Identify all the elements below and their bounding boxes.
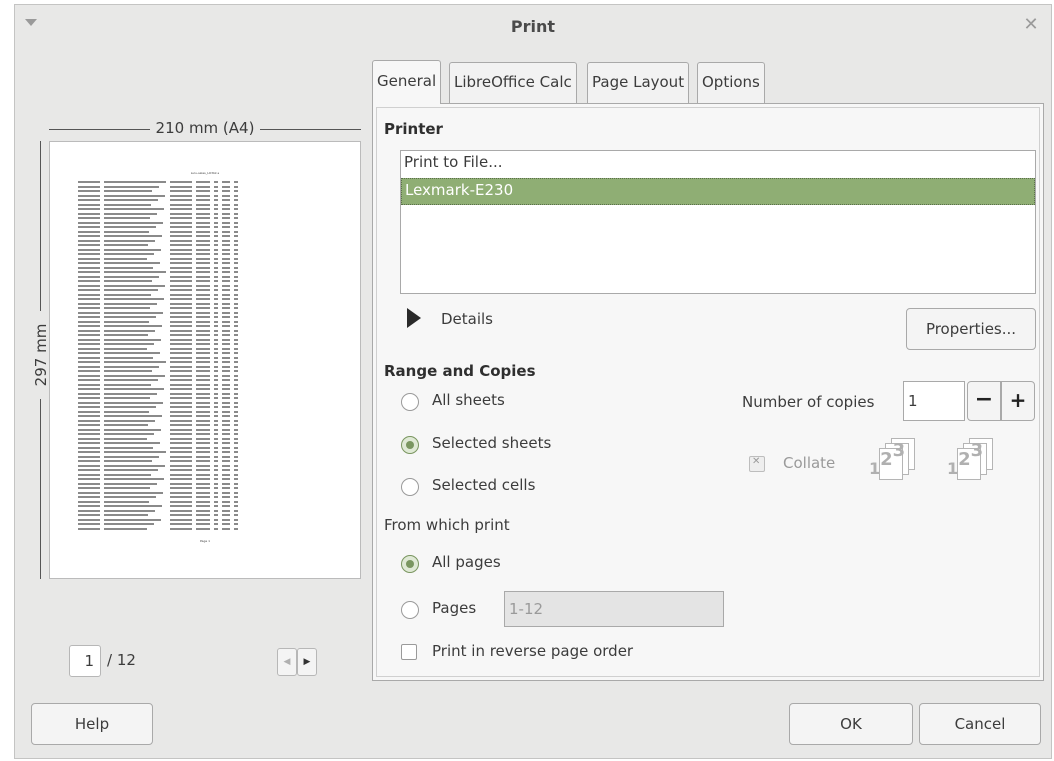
collate-preview-icon: 123 [863, 438, 925, 480]
printer-section-title: Printer [384, 120, 443, 138]
all-sheets-label: All sheets [432, 391, 505, 409]
previous-page-button[interactable]: ◀ [277, 648, 297, 676]
preview-width-dimension: 210 mm (A4) [49, 119, 361, 139]
from-which-print-label: From which print [384, 516, 510, 534]
tab-options[interactable]: Options [697, 62, 765, 103]
collate-label: Collate [783, 454, 836, 472]
next-page-button[interactable]: ▶ [297, 648, 317, 676]
page-number-input[interactable]: 1 [69, 645, 101, 677]
copies-input[interactable]: 1 [903, 381, 965, 421]
copies-decrement-button[interactable]: − [967, 381, 1001, 421]
collate-checkbox[interactable] [749, 456, 765, 472]
help-button[interactable]: Help [31, 703, 153, 745]
selected-cells-radio[interactable] [401, 478, 419, 496]
ok-button[interactable]: OK [789, 703, 913, 745]
pages-range-input[interactable]: 1-12 [504, 591, 724, 627]
tab-page-layout[interactable]: Page Layout [587, 62, 690, 103]
cancel-button[interactable]: Cancel [919, 703, 1041, 745]
pages-label: Pages [432, 599, 477, 617]
all-pages-radio[interactable] [401, 555, 419, 573]
preview-row [78, 527, 324, 532]
collate-preview-icon-2: 123 [941, 438, 1003, 480]
copies-increment-button[interactable]: + [1001, 381, 1035, 421]
tab-general[interactable]: General [372, 60, 442, 104]
title-bar: Print ✕ [15, 5, 1051, 49]
details-expander-icon[interactable] [407, 308, 421, 328]
reverse-order-checkbox[interactable] [401, 644, 417, 660]
preview-height-label: 297 mm [32, 311, 50, 399]
range-section-title: Range and Copies [384, 362, 536, 380]
page-total-label: / 12 [107, 651, 136, 669]
selected-sheets-radio[interactable] [401, 436, 419, 454]
general-panel: Printer Print to File... Lexmark-E230 De… [372, 103, 1044, 681]
reverse-order-label: Print in reverse page order [432, 642, 634, 660]
selected-cells-label: Selected cells [432, 476, 536, 494]
close-icon[interactable]: ✕ [1021, 15, 1041, 35]
preview-width-label: 210 mm (A4) [149, 119, 261, 137]
selected-sheets-label: Selected sheets [432, 434, 552, 452]
printer-item-lexmark[interactable]: Lexmark-E230 [401, 178, 1035, 205]
preview-rows [78, 180, 324, 531]
print-dialog: Print ✕ 210 mm (A4) 297 mm Lulu-sales_LO… [14, 4, 1052, 759]
printer-item-print-to-file[interactable]: Print to File... [401, 151, 1035, 178]
details-label[interactable]: Details [441, 310, 493, 328]
chevron-right-icon: ▶ [303, 657, 311, 667]
page-preview: Lulu-sales_LO3bk.s Page 1 [49, 141, 361, 579]
pages-radio[interactable] [401, 601, 419, 619]
preview-doc-title: Lulu-sales_LO3bk.s [190, 171, 220, 175]
all-pages-label: All pages [432, 553, 501, 571]
printer-list[interactable]: Print to File... Lexmark-E230 [400, 150, 1036, 294]
chevron-left-icon: ◀ [283, 657, 291, 667]
preview-footer: Page 1 [199, 539, 211, 543]
tab-libreoffice-calc[interactable]: LibreOffice Calc [449, 62, 577, 103]
properties-button[interactable]: Properties... [906, 308, 1036, 350]
copies-label: Number of copies [742, 393, 875, 411]
window-title: Print [510, 17, 556, 36]
all-sheets-radio[interactable] [401, 393, 419, 411]
